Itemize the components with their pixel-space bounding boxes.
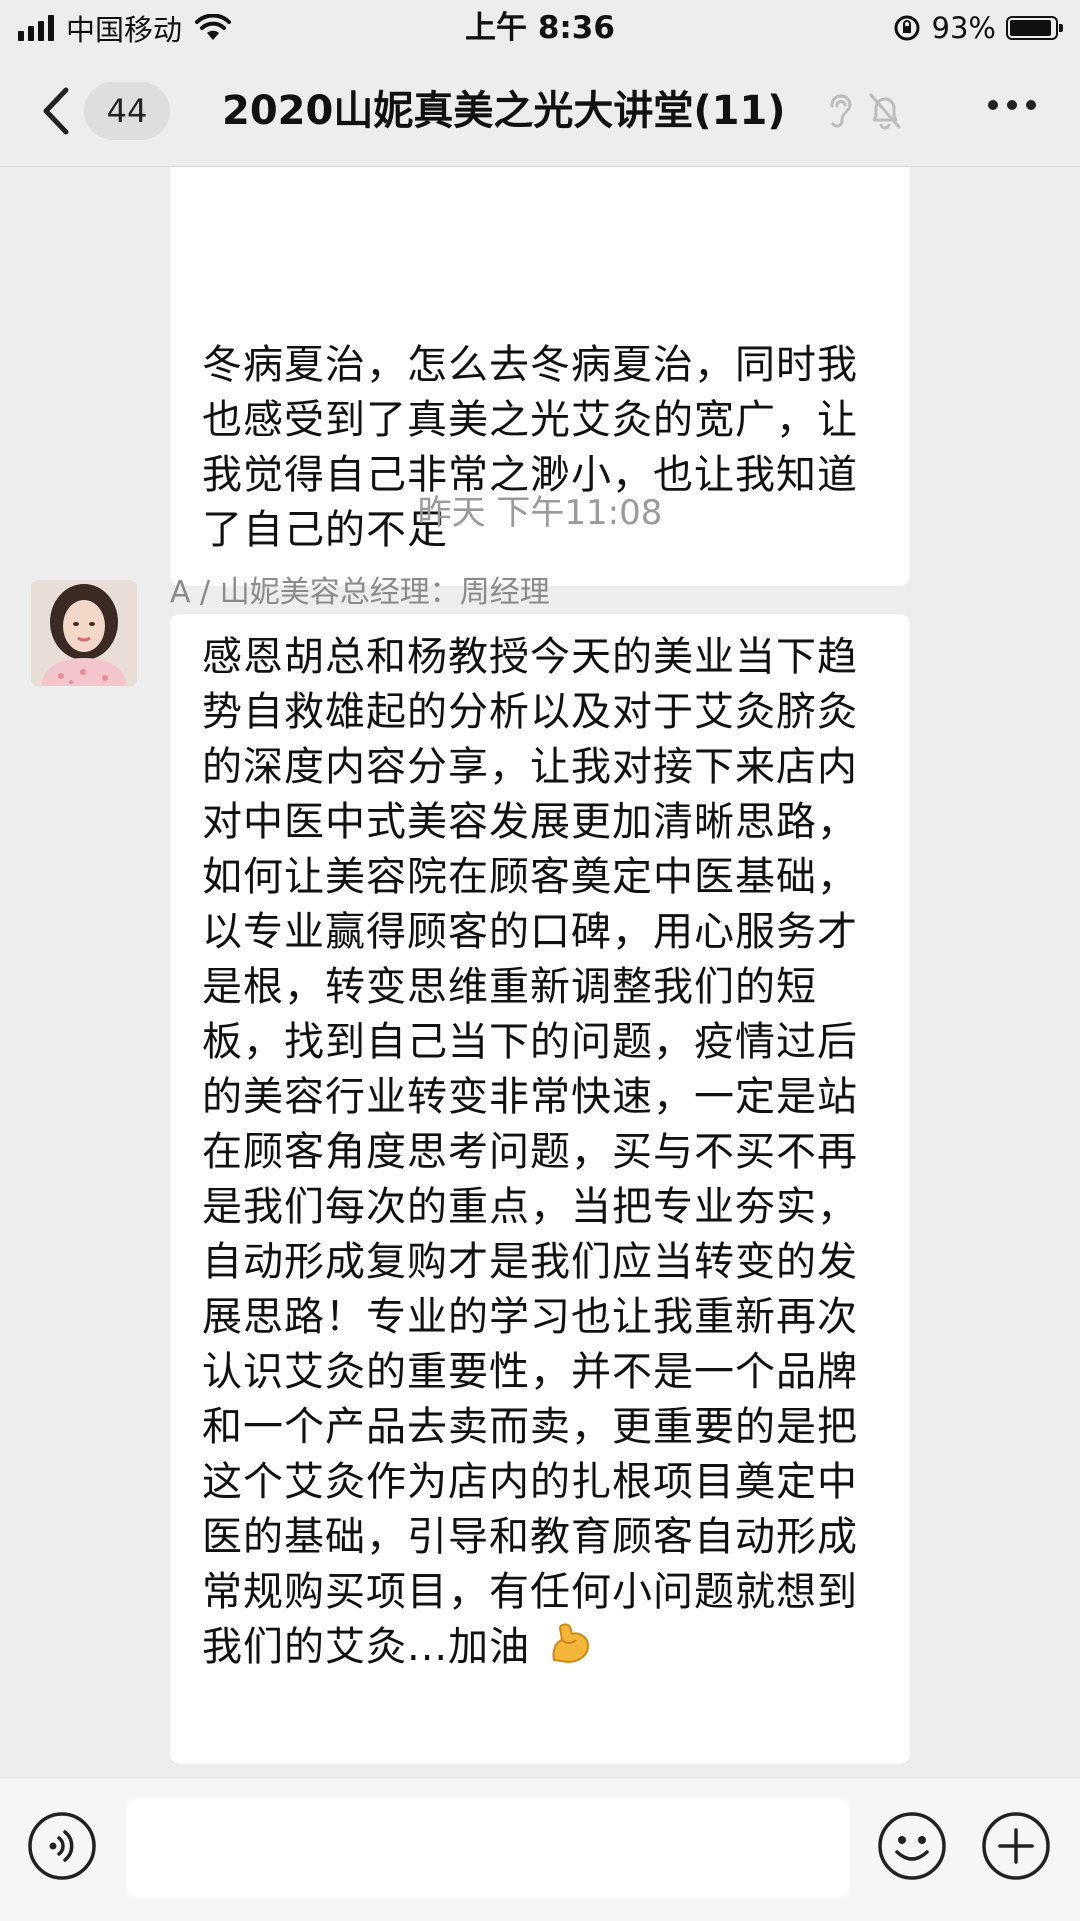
message-text: 感恩胡总和杨教授今天的美业当下趋势自救雄起的分析以及对于艾灸脐灸的深度内容分享，… xyxy=(202,634,858,1670)
earpiece-mode-icon xyxy=(830,94,852,128)
flexed-biceps-icon xyxy=(552,1623,589,1663)
orientation-lock-icon xyxy=(894,15,920,41)
message-text-input[interactable] xyxy=(126,1798,850,1898)
sender-name: A / 山妮美容总经理：周经理 xyxy=(170,575,550,610)
battery-percent: 93% xyxy=(931,11,996,45)
battery-icon xyxy=(1006,16,1063,40)
voice-icon[interactable] xyxy=(26,1810,98,1882)
status-bar: 中国移动 上午 8:36 93% xyxy=(0,0,1080,56)
mute-bell-icon xyxy=(869,93,901,130)
sender-avatar[interactable] xyxy=(31,580,137,686)
message-bubble-main[interactable]: 感恩胡总和杨教授今天的美业当下趋势自救雄起的分析以及对于艾灸脐灸的深度内容分享，… xyxy=(170,614,910,1764)
more-options-icon[interactable] xyxy=(988,100,1036,110)
back-arrow-icon[interactable] xyxy=(36,84,76,138)
plus-icon[interactable] xyxy=(980,1810,1052,1882)
status-right: 93% xyxy=(892,8,1063,48)
message-input-bar xyxy=(0,1777,1080,1921)
emoji-icon[interactable] xyxy=(876,1810,948,1882)
chat-header: 44 2020山妮真美之光大讲堂(11) xyxy=(0,56,1080,167)
chat-message-list[interactable]: 冬病夏治，怎么去冬病夏治，同时我也感受到了真美之光艾灸的宽广，让我觉得自己非常之… xyxy=(0,167,1080,1777)
message-timestamp: 昨天 下午11:08 xyxy=(417,493,663,533)
unread-count-badge[interactable]: 44 xyxy=(84,82,170,140)
chat-title: 2020山妮真美之光大讲堂(11) xyxy=(222,88,786,134)
